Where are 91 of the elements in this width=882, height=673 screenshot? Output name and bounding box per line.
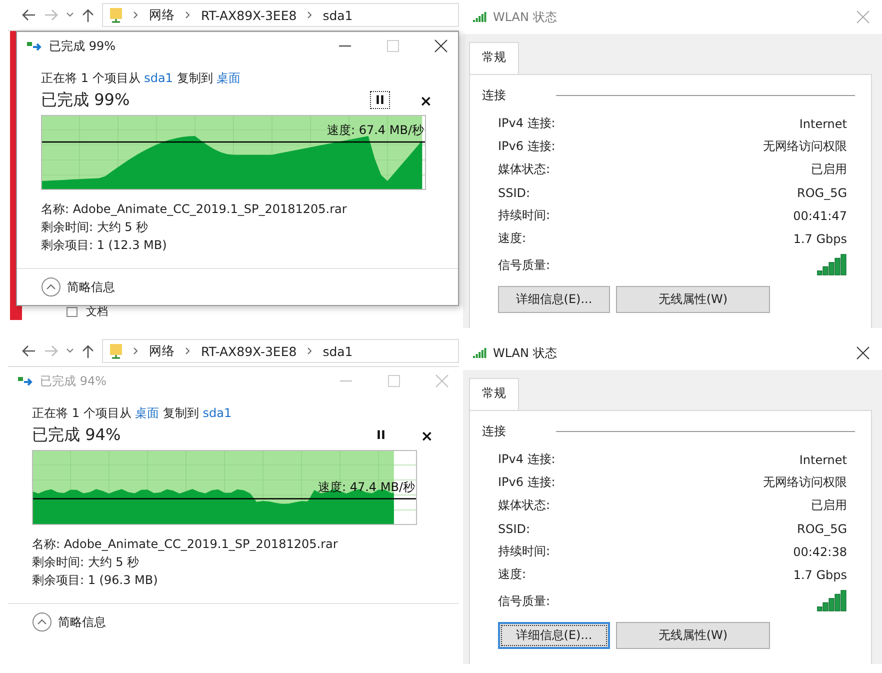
file-item[interactable]: 文档 [86,306,108,318]
up-icon[interactable] [82,344,94,358]
close-icon[interactable] [856,346,870,360]
source-link[interactable]: 桌面 [135,406,160,420]
progress-heading: 已完成 94% [32,424,121,446]
chevron-icon [133,347,139,355]
wireless-properties-button[interactable]: 无线属性(W) [616,286,770,313]
dropdown-icon[interactable] [66,12,74,18]
group-heading: 连接 [482,87,506,104]
field-value: 已启用 [811,161,847,178]
collapse-icon [41,277,61,297]
field-label: 媒体状态: [498,161,550,178]
fewer-details-toggle[interactable]: 简略信息 [41,277,115,297]
field-label: IPv4 连接: [498,451,556,468]
breadcrumb[interactable]: RT-AX89X-3EE8 [201,344,297,358]
window-title: WLAN 状态 [492,8,557,26]
breadcrumb[interactable]: sda1 [322,8,353,22]
folder-icon [109,7,123,23]
field-label: IPv4 连接: [498,115,556,132]
field-value: ROG_5G [796,186,847,200]
field-label: IPv6 连接: [498,474,556,491]
field-label: 速度: [498,230,526,247]
field-label: 信号质量: [498,256,550,274]
breadcrumb[interactable]: 网络 [149,342,175,360]
field-value: 无网络访问权限 [763,474,847,491]
signal-icon [472,12,487,22]
field-label: SSID: [498,186,530,200]
field-value: 1.7 Gbps [793,232,847,246]
field-label: 持续时间: [498,543,550,560]
signal-strength-icon [817,254,847,276]
folder-icon [109,343,123,359]
signal-icon [472,348,487,358]
copy-description: 正在将 1 个项目从 桌面 复制到 sda1 [32,405,233,422]
field-value: Internet [799,116,847,130]
details-button[interactable]: 详细信息(E)... [498,286,610,313]
wireless-properties-button[interactable]: 无线属性(W) [616,622,770,649]
pause-button[interactable]: II [370,91,390,109]
field-value: Internet [799,452,847,466]
field-label: 信号质量: [498,592,550,610]
progress-heading: 已完成 99% [41,90,130,110]
speed-label: 速度: 67.4 MB/秒 [326,123,424,138]
chevron-icon [185,11,191,19]
field-label: 持续时间: [498,207,550,224]
pause-button[interactable]: II [370,426,391,444]
speed-label: 速度: 47.4 MB/秒 [318,480,415,495]
file-name: 名称: Adobe_Animate_CC_2019.1_SP_20181205.rar [32,536,339,553]
window-title: WLAN 状态 [492,344,557,362]
field-value: 已启用 [811,497,847,514]
copy-icon [18,376,34,386]
window-title: 已完成 94% [40,372,106,390]
group-heading: 连接 [482,423,506,440]
field-label: SSID: [498,522,530,536]
field-value: 00:41:47 [793,208,847,222]
field-value: 无网络访问权限 [763,138,847,155]
details-button[interactable]: 详细信息(E)... [498,622,610,649]
destination-link[interactable]: 桌面 [216,71,241,85]
breadcrumb[interactable]: RT-AX89X-3EE8 [201,8,297,22]
time-remaining: 剩余时间: 大约 5 秒 [32,554,140,571]
collapse-icon [32,612,52,632]
chevron-icon [306,11,313,19]
chevron-icon [306,347,313,355]
field-value: 1.7 Gbps [793,568,847,582]
chevron-icon [133,11,139,19]
close-icon[interactable] [434,39,448,53]
dropdown-icon[interactable] [66,348,74,354]
time-remaining: 剩余时间: 大约 5 秒 [41,219,150,236]
general-tab[interactable]: 常规 [468,378,519,410]
items-remaining: 剩余项目: 1 (96.3 MB) [32,572,159,589]
field-label: 媒体状态: [498,497,550,514]
back-icon[interactable] [22,345,36,357]
window-title: 已完成 99% [49,38,116,54]
cancel-button[interactable]: × [416,91,436,109]
field-label: IPv6 连接: [498,138,556,155]
source-link[interactable]: sda1 [144,71,173,85]
field-value: ROG_5G [796,522,847,536]
breadcrumb[interactable]: 网络 [149,6,175,24]
destination-link[interactable]: sda1 [202,406,232,420]
cancel-button[interactable]: × [416,426,437,444]
fewer-details-toggle[interactable]: 简略信息 [32,612,106,632]
copy-description: 正在将 1 个项目从 sda1 复制到 桌面 [41,70,242,87]
breadcrumb[interactable]: sda1 [322,344,353,358]
file-name: 名称: Adobe_Animate_CC_2019.1_SP_20181205.rar [41,201,348,218]
back-icon[interactable] [22,9,36,21]
chevron-icon [185,347,191,355]
field-label: 速度: [498,566,526,583]
items-remaining: 剩余项目: 1 (12.3 MB) [41,237,168,254]
field-value: 00:42:38 [793,544,847,558]
general-tab[interactable]: 常规 [468,42,519,74]
signal-strength-icon [817,590,847,612]
copy-icon [27,41,43,51]
up-icon[interactable] [82,8,94,22]
